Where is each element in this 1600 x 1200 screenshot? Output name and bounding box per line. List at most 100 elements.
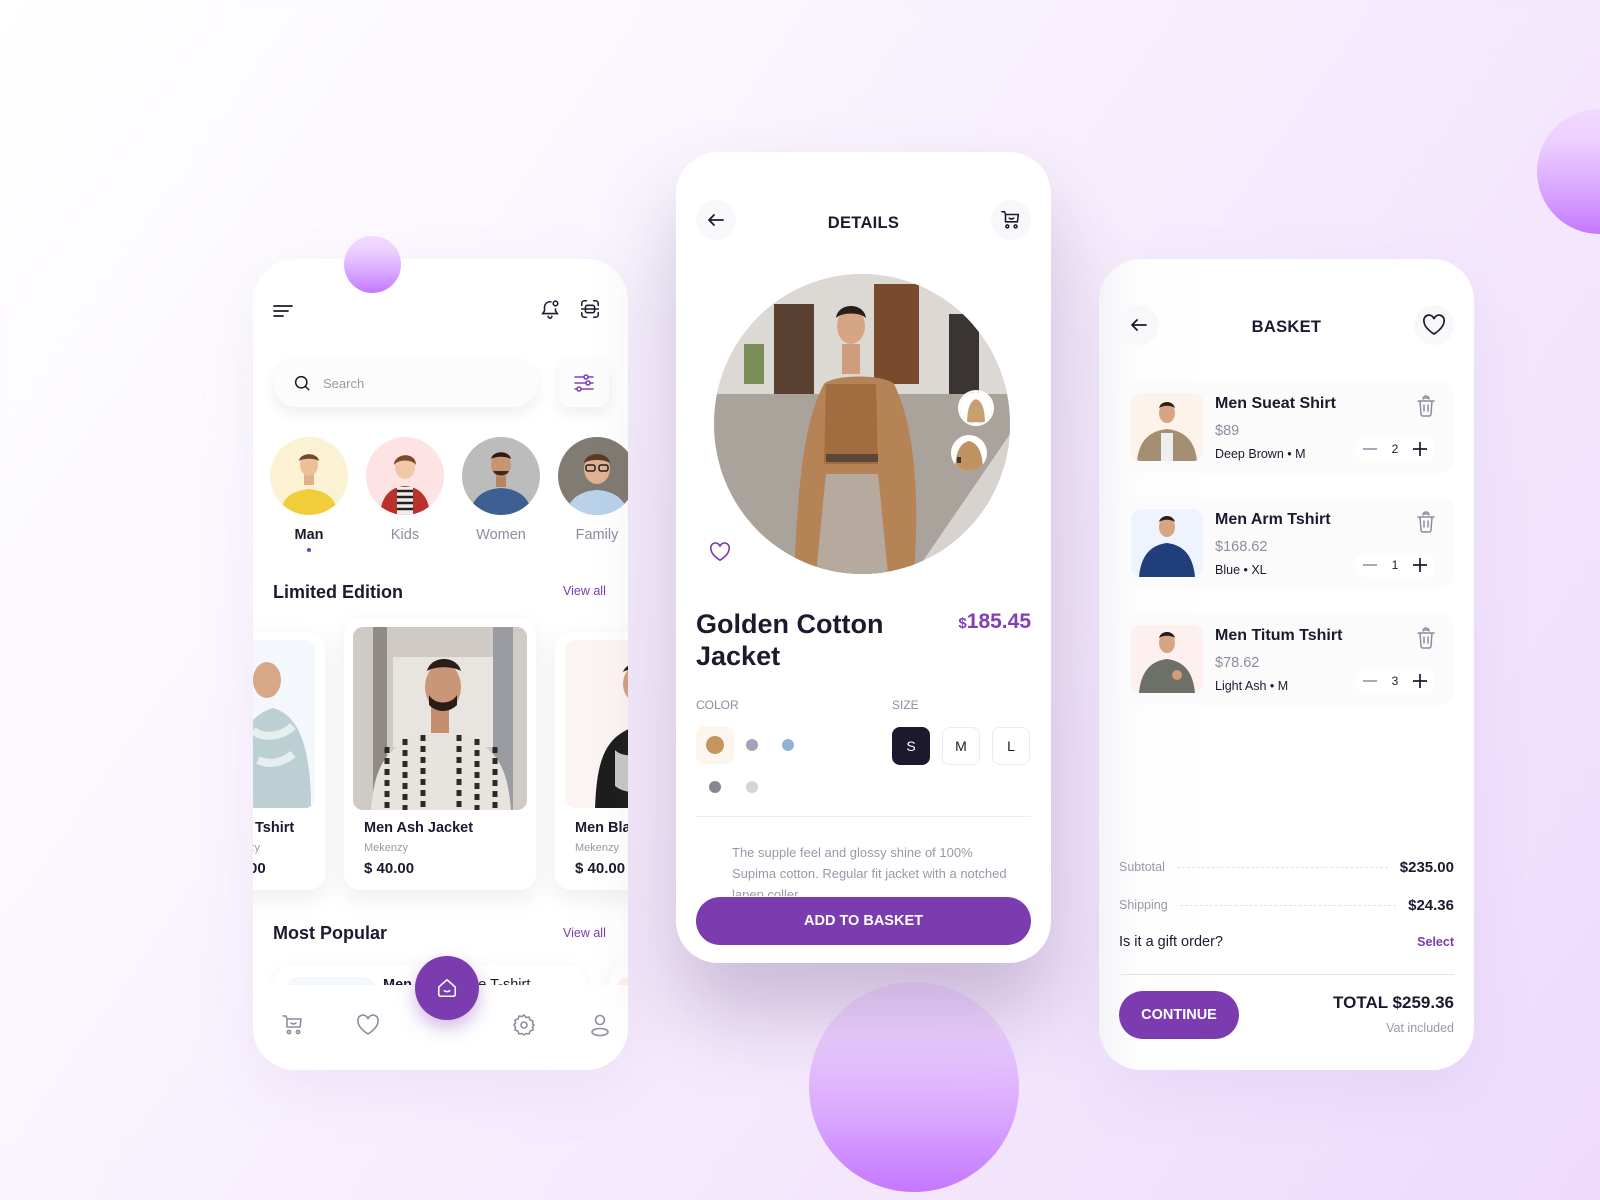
limited-edition-view-all-link[interactable]: View all [563,584,606,598]
subtotal-row: Subtotal $235.00 [1119,857,1454,877]
size-option-l[interactable]: L [992,727,1030,765]
gift-order-question: Is it a gift order? [1119,934,1223,950]
basket-item-variant: Deep Brown • M [1215,447,1306,461]
divider [1119,974,1454,975]
color-dot [746,781,758,793]
search-input[interactable] [323,375,513,391]
order-total: TOTAL $259.36 [1333,993,1454,1012]
color-dot [706,736,724,754]
category-label: Women [476,527,526,543]
trash-icon[interactable] [1416,627,1438,649]
product-card[interactable]: Men Bla Mekenzy $ 40.00 [555,632,628,890]
category-label: Kids [390,527,420,543]
color-swatch[interactable] [733,768,771,806]
shipping-value: $24.36 [1408,896,1454,914]
home-button[interactable] [415,956,479,1020]
trash-icon[interactable] [1416,511,1438,533]
product-brand: Mekenzy [364,842,409,854]
minus-icon[interactable] [1362,673,1378,689]
color-swatch[interactable] [696,726,734,764]
size-option-s[interactable]: S [892,727,930,765]
basket-item-variant: Blue • XL [1215,563,1267,577]
color-dot [782,739,794,751]
basket-item-image [1131,509,1203,577]
product-price: $ 40.00 [364,860,415,877]
plus-icon[interactable] [1412,557,1428,573]
favorite-heart-icon[interactable] [709,542,733,566]
add-to-basket-button[interactable]: ADD TO BASKET [696,897,1031,945]
product-name: Tshirt [255,820,295,836]
gift-select-link[interactable]: Select [1417,935,1454,949]
details-screen: DETAILS Golden Cotton Jacket $185.45 COL… [676,152,1051,963]
basket-item: Men Arm Tshirt $168.62 Blue • XL 1 [1119,497,1454,589]
product-image [353,627,527,810]
category-label: Family [575,527,619,543]
wishlist-button[interactable] [1414,305,1454,345]
category-label: Man [294,527,324,543]
active-indicator [307,548,311,552]
most-popular-view-all-link[interactable]: View all [563,926,606,940]
product-image [253,640,315,808]
trash-icon[interactable] [1416,395,1438,417]
product-price: 00 [253,860,266,877]
continue-button[interactable]: CONTINUE [1119,991,1239,1039]
gear-icon[interactable] [510,1011,538,1039]
basket-item-image [1131,393,1203,461]
category-family[interactable]: Family [557,437,628,543]
notification-bell-icon[interactable] [536,295,564,323]
color-label: COLOR [696,698,739,712]
basket-item: Men Sueat Shirt $89 Deep Brown • M 2 [1119,381,1454,473]
category-women[interactable]: Women [461,437,541,543]
product-name: Golden Cotton Jacket [696,609,884,671]
product-brand: zy [253,842,260,854]
quantity-value: 2 [1391,442,1399,456]
home-icon [436,977,458,999]
product-description: The supple feel and glossy shine of 100%… [732,845,1007,896]
category-kids[interactable]: Kids [365,437,445,543]
product-card[interactable]: Men Ash Jacket Mekenzy $ 40.00 [344,618,536,890]
product-image [565,640,628,808]
vat-note: Vat included [1386,1021,1454,1035]
price-currency: $ [958,615,967,632]
basket-item: Men Titum Tshirt $78.62 Light Ash • M 3 [1119,613,1454,705]
basket-item-variant: Light Ash • M [1215,679,1289,693]
menu-icon[interactable] [269,297,297,325]
color-swatch[interactable] [733,726,771,764]
search-icon [293,374,311,392]
cart-icon [1000,209,1022,231]
limited-edition-title: Limited Edition [273,582,403,602]
plus-icon[interactable] [1412,673,1428,689]
filter-button[interactable] [559,359,609,407]
color-swatch[interactable] [769,726,807,764]
scan-icon[interactable] [576,295,604,323]
category-avatar [366,437,444,515]
user-icon[interactable] [586,1011,614,1039]
category-man[interactable]: Man [269,437,349,552]
basket-item-image [1131,625,1203,693]
color-swatch[interactable] [696,768,734,806]
plus-icon[interactable] [1412,441,1428,457]
basket-item-price: $168.62 [1215,539,1268,555]
cart-icon[interactable] [279,1011,307,1039]
basket-item-price: $89 [1215,423,1240,439]
minus-icon[interactable] [1362,441,1378,457]
size-option-m[interactable]: M [942,727,980,765]
product-thumbnail[interactable] [951,435,987,471]
product-card[interactable]: Tshirt zy 00 [253,632,325,890]
decorative-circle [344,236,401,293]
quantity-value: 1 [1391,558,1399,572]
size-label: SIZE [892,698,919,712]
basket-screen: BASKET Men Sueat Shirt $89 Deep Brown • … [1099,259,1474,1070]
category-avatar [558,437,628,515]
heart-icon [1422,314,1446,336]
product-thumbnail[interactable] [958,390,994,426]
minus-icon[interactable] [1362,557,1378,573]
product-brand: Mekenzy [575,842,620,854]
category-avatar [270,437,348,515]
heart-icon[interactable] [354,1011,382,1039]
cart-button[interactable] [991,200,1031,240]
search-bar[interactable] [273,359,538,407]
shipping-label: Shipping [1119,898,1168,912]
quantity-stepper: 1 [1356,553,1434,577]
color-dot [746,739,758,751]
